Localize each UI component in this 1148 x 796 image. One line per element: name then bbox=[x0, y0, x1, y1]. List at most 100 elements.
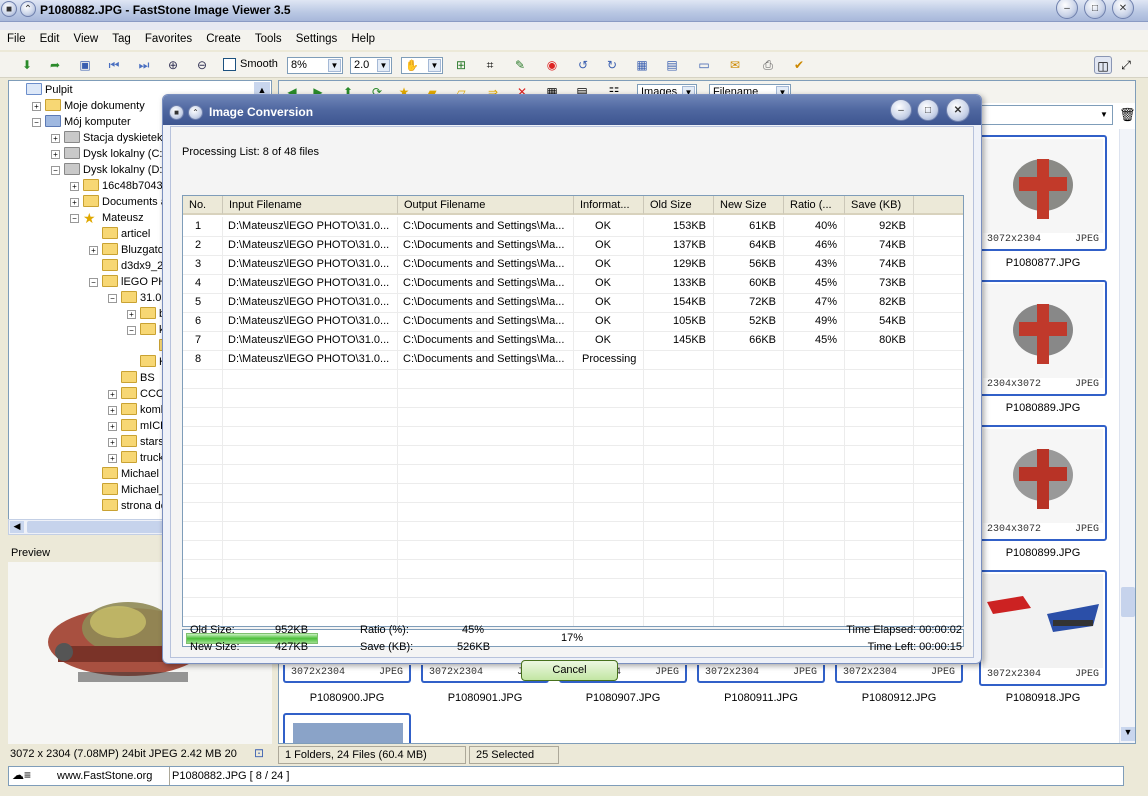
tree-item[interactable]: − Dysk lokalny (D:) bbox=[51, 162, 166, 178]
thumbnail[interactable]: 3072x2304 JPEG bbox=[835, 665, 963, 683]
table-row[interactable]: 6 D:\Mateusz\lEGO PHOTO\31.0... C:\Documen… bbox=[183, 312, 963, 331]
layout-icon[interactable]: ◫ bbox=[1094, 56, 1112, 74]
thumbnail[interactable]: 3072x2304 JPEG bbox=[697, 665, 825, 683]
tree-item[interactable]: BS bbox=[108, 370, 155, 386]
tree-item[interactable]: + Moje dokumenty bbox=[32, 98, 145, 114]
column-header[interactable]: Old Size bbox=[644, 196, 714, 215]
settings-icon[interactable]: ✔ bbox=[790, 56, 808, 74]
minimize-button[interactable]: – bbox=[1056, 0, 1078, 19]
tree-item[interactable]: + Stacja dyskietek 3, bbox=[51, 130, 175, 146]
dialog-system-icon[interactable]: ■ bbox=[169, 105, 184, 120]
resize-icon[interactable]: ⊞ bbox=[452, 56, 470, 74]
column-header[interactable]: New Size bbox=[714, 196, 784, 215]
website-link[interactable]: www.FastStone.org bbox=[57, 770, 152, 782]
menu-tools[interactable]: Tools bbox=[251, 30, 286, 45]
zoom-in-icon[interactable]: ⊕ bbox=[164, 56, 182, 74]
table-row[interactable]: 8 D:\Mateusz\lEGO PHOTO\31.0... C:\Documen… bbox=[183, 350, 963, 369]
thumbnail[interactable]: 2304x3072 JPEG bbox=[979, 280, 1107, 396]
save-icon[interactable]: ▣ bbox=[76, 56, 94, 74]
tree-item[interactable]: d3dx9_27. bbox=[89, 258, 172, 274]
slideshow-icon[interactable]: ▭ bbox=[695, 56, 713, 74]
expand-icon[interactable]: + bbox=[108, 390, 117, 399]
previous-icon[interactable]: ⏮ bbox=[105, 56, 123, 74]
thumbnails-icon[interactable]: ▦ bbox=[633, 56, 651, 74]
expand-icon[interactable]: + bbox=[108, 422, 117, 431]
table-row[interactable]: 7 D:\Mateusz\lEGO PHOTO\31.0... C:\Documen… bbox=[183, 331, 963, 350]
expand-icon[interactable]: + bbox=[51, 134, 60, 143]
collapse-icon[interactable]: − bbox=[32, 118, 41, 127]
column-header[interactable]: No. bbox=[183, 196, 223, 215]
tree-item[interactable]: + Dysk lokalny (C:) bbox=[51, 146, 166, 162]
column-header[interactable]: Ratio (... bbox=[784, 196, 845, 215]
thumbnail[interactable]: 3072x2304 JPEG bbox=[283, 665, 411, 683]
scroll-thumb[interactable] bbox=[1121, 587, 1135, 617]
menu-favorites[interactable]: Favorites bbox=[141, 30, 196, 45]
next-icon[interactable]: ⏭ bbox=[135, 56, 153, 74]
dialog-close-button[interactable]: ✕ bbox=[946, 98, 970, 122]
filmstrip-icon[interactable]: ▤ bbox=[663, 56, 681, 74]
zoom-out-icon[interactable]: ⊖ bbox=[193, 56, 211, 74]
tree-item[interactable]: articel bbox=[89, 226, 150, 242]
close-button[interactable]: ✕ bbox=[1112, 0, 1134, 19]
tree-item[interactable]: − ★ Mateusz bbox=[70, 210, 144, 226]
expand-icon[interactable]: + bbox=[108, 438, 117, 447]
expand-icon[interactable]: + bbox=[51, 150, 60, 159]
fullscreen-icon[interactable]: ⤢ bbox=[1117, 56, 1135, 74]
menu-create[interactable]: Create bbox=[202, 30, 245, 45]
thumb-vertical-scrollbar[interactable]: ▼ bbox=[1119, 129, 1135, 743]
column-header[interactable]: Save (KB) bbox=[845, 196, 914, 215]
column-header[interactable]: Input Filename bbox=[223, 196, 398, 215]
collapse-icon[interactable]: − bbox=[51, 166, 60, 175]
menu-edit[interactable]: Edit bbox=[36, 30, 64, 45]
scroll-left-icon[interactable]: ◀ bbox=[10, 521, 24, 533]
scroll-down-icon[interactable]: ▼ bbox=[1121, 727, 1135, 741]
open-icon[interactable]: ⬇ bbox=[18, 56, 36, 74]
expand-icon[interactable]: + bbox=[70, 198, 79, 207]
tree-item[interactable]: Pulpit bbox=[13, 82, 73, 98]
red-eye-icon[interactable]: ◉ bbox=[543, 56, 561, 74]
email-icon[interactable]: ✉ bbox=[726, 56, 744, 74]
menu-settings[interactable]: Settings bbox=[292, 30, 342, 45]
adjust-icon[interactable]: ✎ bbox=[511, 56, 529, 74]
rotate-left-icon[interactable]: ↺ bbox=[574, 56, 592, 74]
expand-icon[interactable]: + bbox=[89, 246, 98, 255]
column-header[interactable]: Output Filename bbox=[398, 196, 574, 215]
table-row[interactable]: 3 D:\Mateusz\lEGO PHOTO\31.0... C:\Documen… bbox=[183, 255, 963, 274]
expand-icon[interactable]: + bbox=[108, 454, 117, 463]
expand-icon[interactable]: + bbox=[127, 310, 136, 319]
collapse-icon[interactable]: − bbox=[89, 278, 98, 287]
dialog-rollup-icon[interactable]: ⌃ bbox=[188, 105, 203, 120]
hand-tool-combo[interactable]: ✋ ▼ bbox=[401, 57, 443, 74]
maximize-button[interactable]: □ bbox=[1084, 0, 1106, 19]
system-menu-icon[interactable]: ■ bbox=[1, 1, 17, 17]
tree-item[interactable]: +16c48b704311 bbox=[70, 178, 174, 194]
expand-icon[interactable]: + bbox=[108, 406, 117, 415]
thumbnail[interactable]: 3072x2304 JPEG bbox=[979, 570, 1107, 686]
expand-icon[interactable]: + bbox=[70, 182, 79, 191]
thumbnail[interactable]: 3072x2304 JPEG bbox=[979, 135, 1107, 251]
browse-icon[interactable]: ➦ bbox=[46, 56, 64, 74]
crop-icon[interactable]: ⌗ bbox=[481, 56, 499, 74]
table-row[interactable]: 1 D:\Mateusz\lEGO PHOTO\31.0... C:\Documen… bbox=[183, 217, 963, 236]
zoom-combo[interactable]: 8% ▼ bbox=[287, 57, 343, 74]
menu-tag[interactable]: Tag bbox=[108, 30, 135, 45]
fit-icon[interactable]: ⊡ bbox=[254, 746, 264, 760]
table-row[interactable]: 5 D:\Mateusz\lEGO PHOTO\31.0... C:\Documen… bbox=[183, 293, 963, 312]
menu-help[interactable]: Help bbox=[347, 30, 379, 45]
thumbnail[interactable]: 2304x3072 JPEG bbox=[979, 425, 1107, 541]
dialog-minimize-button[interactable]: – bbox=[890, 99, 912, 121]
rotate-right-icon[interactable]: ↻ bbox=[603, 56, 621, 74]
smooth-checkbox[interactable] bbox=[223, 58, 236, 71]
table-row[interactable]: 2 D:\Mateusz\lEGO PHOTO\31.0... C:\Documen… bbox=[183, 236, 963, 255]
tree-item[interactable]: −31.05 bbox=[108, 290, 168, 306]
menu-view[interactable]: View bbox=[69, 30, 102, 45]
thumbnail[interactable] bbox=[283, 713, 411, 743]
ratio-combo[interactable]: 2.0 ▼ bbox=[350, 57, 392, 74]
expand-icon[interactable]: + bbox=[32, 102, 41, 111]
column-header[interactable]: Informat... bbox=[574, 196, 644, 215]
menu-file[interactable]: File bbox=[3, 30, 30, 45]
roll-up-icon[interactable]: ⌃ bbox=[20, 1, 36, 17]
print-icon[interactable]: ⎙ bbox=[759, 56, 777, 74]
collapse-icon[interactable]: − bbox=[70, 214, 79, 223]
recycle-icon[interactable]: 🗑 bbox=[1119, 107, 1135, 123]
